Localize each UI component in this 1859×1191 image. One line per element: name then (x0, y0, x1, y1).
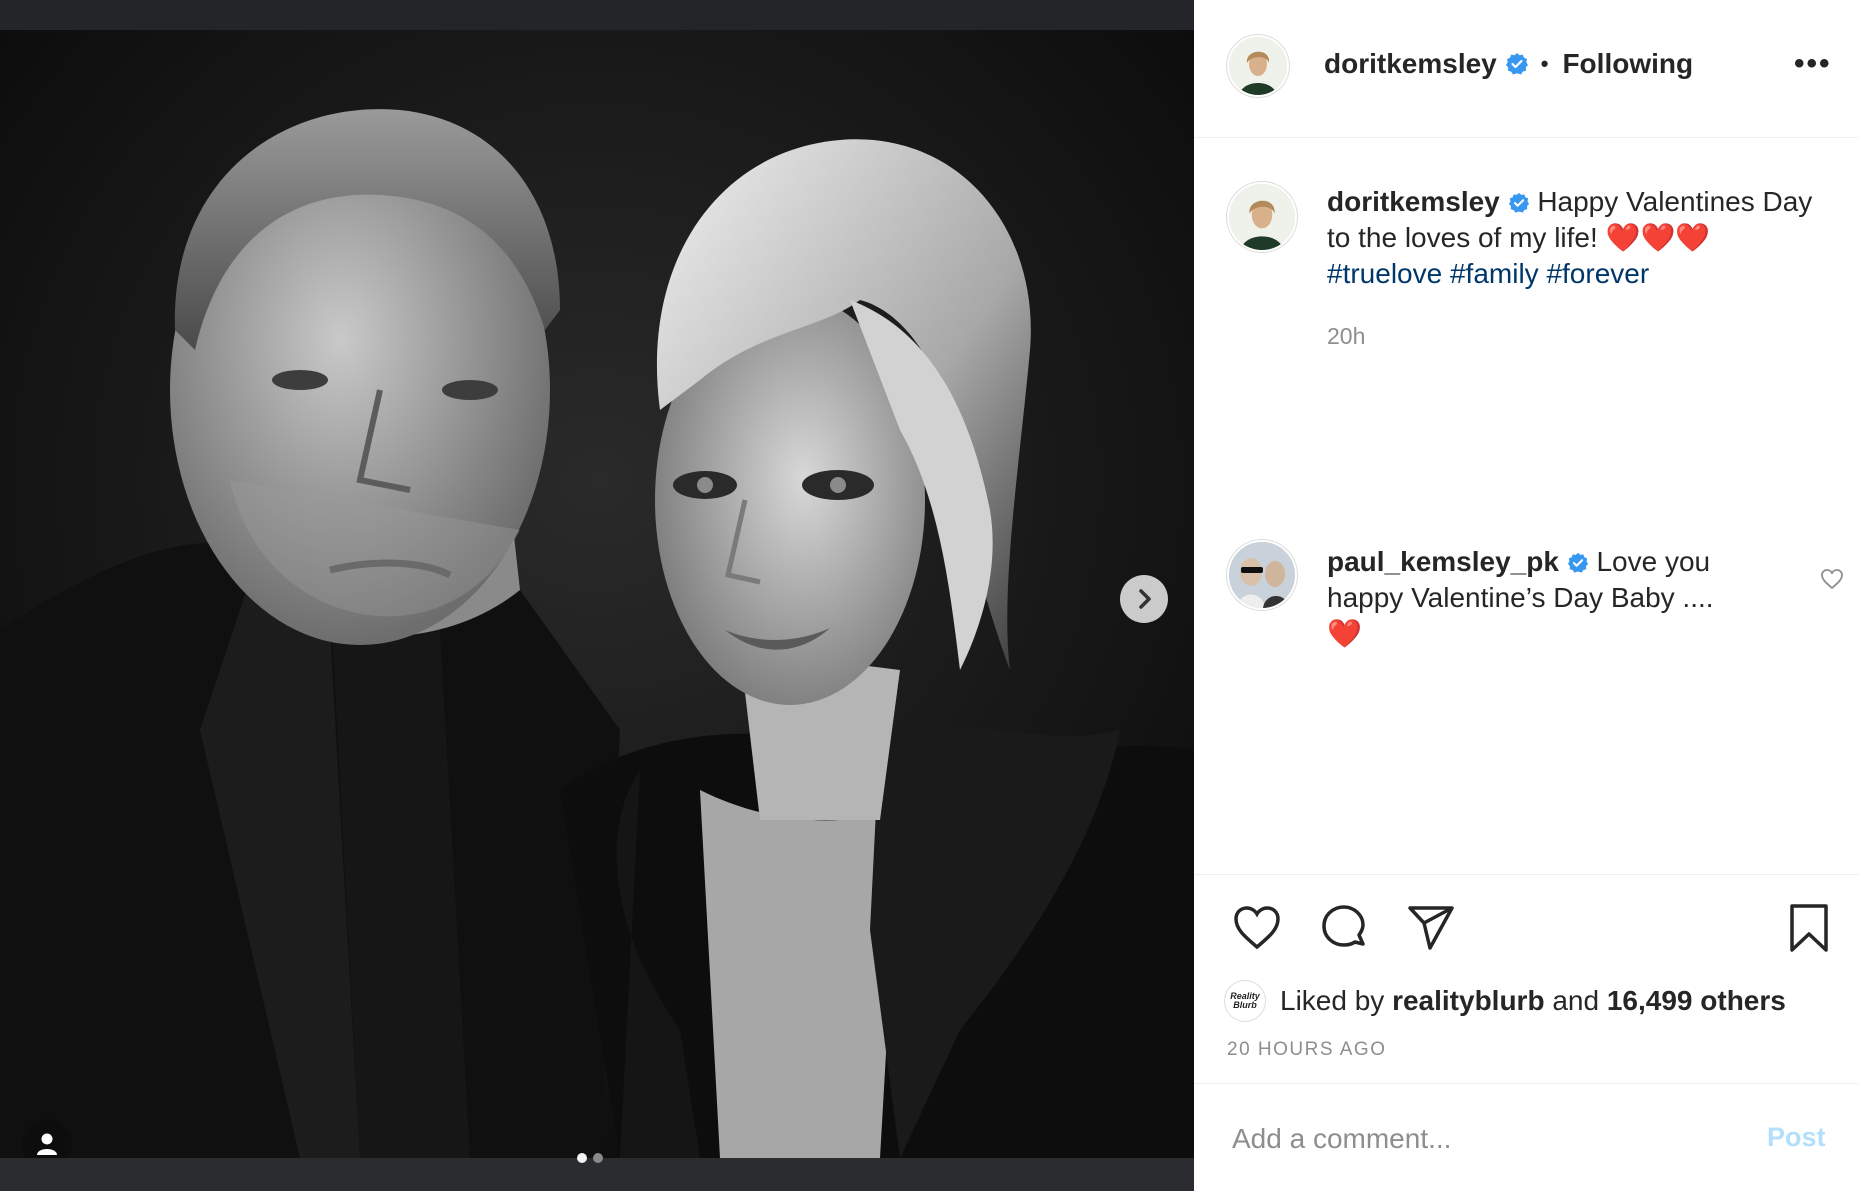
comment-emoji: ❤️ (1327, 618, 1362, 649)
likes-conjunction: and (1552, 985, 1600, 1016)
hashtag-link[interactable]: #truelove (1327, 258, 1442, 289)
post-timestamp[interactable]: 20 HOURS AGO (1227, 1039, 1387, 1061)
bookmark-icon[interactable] (1784, 903, 1834, 953)
comment-heart-icon[interactable] (1820, 568, 1844, 590)
share-send-icon[interactable] (1406, 903, 1456, 953)
author-avatar[interactable] (1227, 35, 1289, 97)
carousel-dot-2 (593, 1153, 603, 1163)
following-button[interactable]: Following (1562, 48, 1693, 80)
liker-avatar[interactable]: Reality Blurb (1224, 980, 1266, 1022)
comment-bubble-icon[interactable] (1319, 903, 1369, 953)
avatar-image (1229, 37, 1287, 95)
carousel-indicator (577, 1153, 603, 1163)
likes-count-link[interactable]: 16,499 others (1607, 985, 1786, 1017)
actions-divider (1194, 874, 1859, 875)
post-image-pane (0, 0, 1194, 1191)
likes-prefix: Liked by (1280, 985, 1385, 1016)
caption-emoji: ❤️❤️❤️ (1605, 222, 1711, 253)
post-comment-button[interactable]: Post (1767, 1122, 1826, 1153)
hashtag-link[interactable]: #forever (1546, 258, 1649, 289)
chevron-right-icon (1139, 589, 1151, 609)
add-comment-bar: Post (1194, 1083, 1859, 1191)
hashtag-link[interactable]: #family (1450, 258, 1539, 289)
commenter-username[interactable]: paul_kemsley_pk (1327, 546, 1559, 577)
more-options-button[interactable]: ••• (1794, 49, 1832, 79)
caption-body: doritkemsley Happy Valentines Day to the… (1327, 184, 1837, 292)
post-photo[interactable] (0, 30, 1194, 1158)
post-side-panel: doritkemsley • Following ••• doritkemsle… (1194, 0, 1859, 1191)
liker-username[interactable]: realityblurb (1392, 985, 1544, 1017)
like-heart-icon[interactable] (1232, 903, 1282, 953)
next-image-button[interactable] (1120, 575, 1168, 623)
verified-badge-icon (1508, 192, 1529, 213)
caption-username[interactable]: doritkemsley (1327, 186, 1500, 217)
person-icon (37, 1133, 57, 1155)
avatar-image (1229, 542, 1295, 608)
post-header: doritkemsley • Following ••• (1194, 0, 1859, 138)
carousel-dot-1 (577, 1153, 587, 1163)
comment-body: paul_kemsley_pk Love you happy Valentine… (1327, 544, 1777, 652)
caption-time[interactable]: 20h (1327, 323, 1365, 350)
author-username[interactable]: doritkemsley (1324, 48, 1497, 80)
likes-summary: Reality Blurb Liked by realityblurb and … (1224, 980, 1786, 1022)
caption-author-avatar[interactable] (1227, 182, 1297, 252)
avatar-image (1229, 184, 1295, 250)
verified-badge-icon (1505, 53, 1528, 75)
photo-top-bar (0, 0, 1194, 30)
add-comment-input[interactable] (1232, 1119, 1732, 1159)
header-separator: • (1540, 51, 1549, 76)
commenter-avatar[interactable] (1227, 540, 1297, 610)
verified-badge-icon (1567, 552, 1588, 573)
